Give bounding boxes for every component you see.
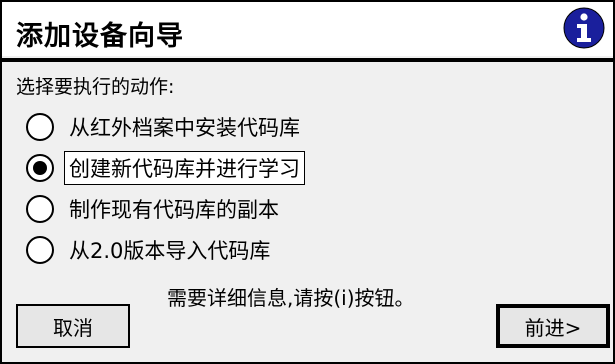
action-options: 从红外档案中安装代码库 创建新代码库并进行学习 制作现有代码库的副本 从2.0版… [26, 106, 305, 270]
action-prompt: 选择要执行的动作: [16, 76, 175, 98]
dialog-title: 添加设备向导 [16, 21, 184, 52]
radio-button-selected[interactable] [26, 153, 54, 182]
title-divider [2, 58, 613, 62]
option-create-new-library[interactable]: 创建新代码库并进行学习 [26, 147, 305, 188]
option-copy-existing-library[interactable]: 制作现有代码库的副本 [26, 188, 305, 229]
radio-button[interactable] [26, 194, 54, 223]
info-icon[interactable] [562, 6, 606, 50]
cancel-button[interactable]: 取消 [16, 304, 130, 348]
option-label: 制作现有代码库的副本 [69, 197, 279, 222]
option-label: 创建新代码库并进行学习 [64, 150, 305, 185]
option-install-from-ir-archive[interactable]: 从红外档案中安装代码库 [26, 106, 305, 147]
next-button[interactable]: 前进> [496, 304, 610, 348]
option-label: 从红外档案中安装代码库 [69, 115, 300, 140]
help-hint: 需要详细信息,请按(i)按钮。 [167, 286, 415, 310]
option-label: 从2.0版本导入代码库 [69, 238, 271, 263]
radio-button[interactable] [26, 235, 54, 264]
option-import-from-v2[interactable]: 从2.0版本导入代码库 [26, 229, 305, 270]
radio-button[interactable] [26, 112, 54, 141]
title-bar: 添加设备向导 [2, 2, 613, 56]
add-device-wizard-dialog: 添加设备向导 选择要执行的动作: 从红外档案中安装代码库 创建新代码库并进行学习… [0, 0, 615, 364]
